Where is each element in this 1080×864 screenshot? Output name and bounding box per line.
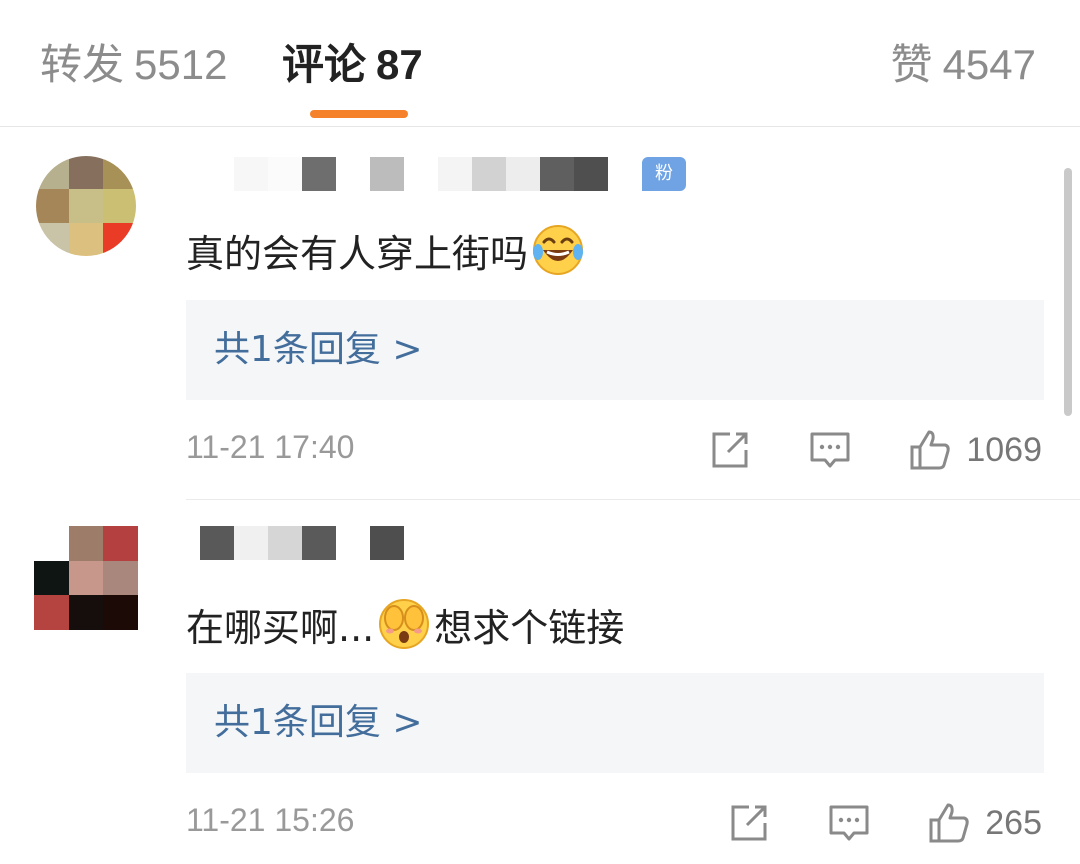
reply-box[interactable]: 共1条回复 > [186, 300, 1044, 400]
comment-text: 真的会有人穿上街吗 [186, 222, 588, 278]
tab-comments-count: 87 [376, 41, 423, 88]
laughing-tears-emoji-icon [532, 224, 584, 276]
avatar[interactable] [36, 156, 136, 256]
thumbs-up-icon [910, 430, 951, 470]
comment-icon[interactable] [808, 428, 852, 472]
comment-item: 在哪买啊... 想求个链接 共1条回复 > 11-21 15:26 265 [0, 500, 1080, 864]
comment-item: 粉 真的会有人穿上街吗 共1条回复 > 11-21 17:40 1069 [0, 127, 1080, 499]
tab-forward[interactable]: 转发 5512 [40, 38, 227, 92]
like-count: 265 [985, 803, 1042, 842]
tab-comments-label: 评论 [282, 40, 367, 89]
avatar[interactable] [34, 526, 138, 630]
like-button[interactable]: 1069 [908, 428, 1042, 472]
username-pixelated[interactable] [200, 526, 404, 560]
comment-text-content: 真的会有人穿上街吗 [186, 231, 529, 276]
tab-forward-label: 转发 [40, 40, 125, 89]
comment-actions: 265 [671, 795, 1042, 851]
comment-text-content-after: 想求个链接 [434, 605, 625, 650]
comment-icon[interactable] [827, 801, 871, 845]
username-pixelated[interactable]: 粉 [200, 157, 686, 191]
view-replies-link[interactable]: 共1条回复 > [214, 696, 423, 750]
tab-forward-count: 5512 [134, 41, 228, 88]
comment-text: 在哪买啊... 想求个链接 [186, 596, 624, 652]
view-replies-link[interactable]: 共1条回复 > [214, 323, 423, 377]
share-icon[interactable] [727, 801, 771, 845]
like-button[interactable]: 265 [927, 801, 1042, 845]
reply-box[interactable]: 共1条回复 > [186, 673, 1044, 773]
timestamp: 11-21 15:26 [186, 802, 355, 838]
fan-badge: 粉 [642, 157, 686, 191]
cover-eyes-emoji-icon [378, 598, 430, 650]
tab-likes-count: 4547 [942, 41, 1036, 88]
like-count: 1069 [966, 430, 1042, 469]
comment-actions: 1069 [652, 422, 1042, 478]
timestamp: 11-21 17:40 [186, 429, 355, 465]
tab-likes-label: 赞 [890, 40, 933, 89]
tab-bar: 转发 5512 评论 87 赞 4547 [0, 0, 1080, 126]
share-icon[interactable] [708, 428, 752, 472]
active-tab-indicator [310, 110, 408, 118]
tab-likes[interactable]: 赞 4547 [891, 38, 1036, 92]
comment-text-content: 在哪买啊... [186, 605, 375, 650]
thumbs-up-icon [929, 803, 969, 843]
scrollbar[interactable] [1064, 168, 1072, 416]
tab-comments[interactable]: 评论 87 [282, 38, 423, 92]
